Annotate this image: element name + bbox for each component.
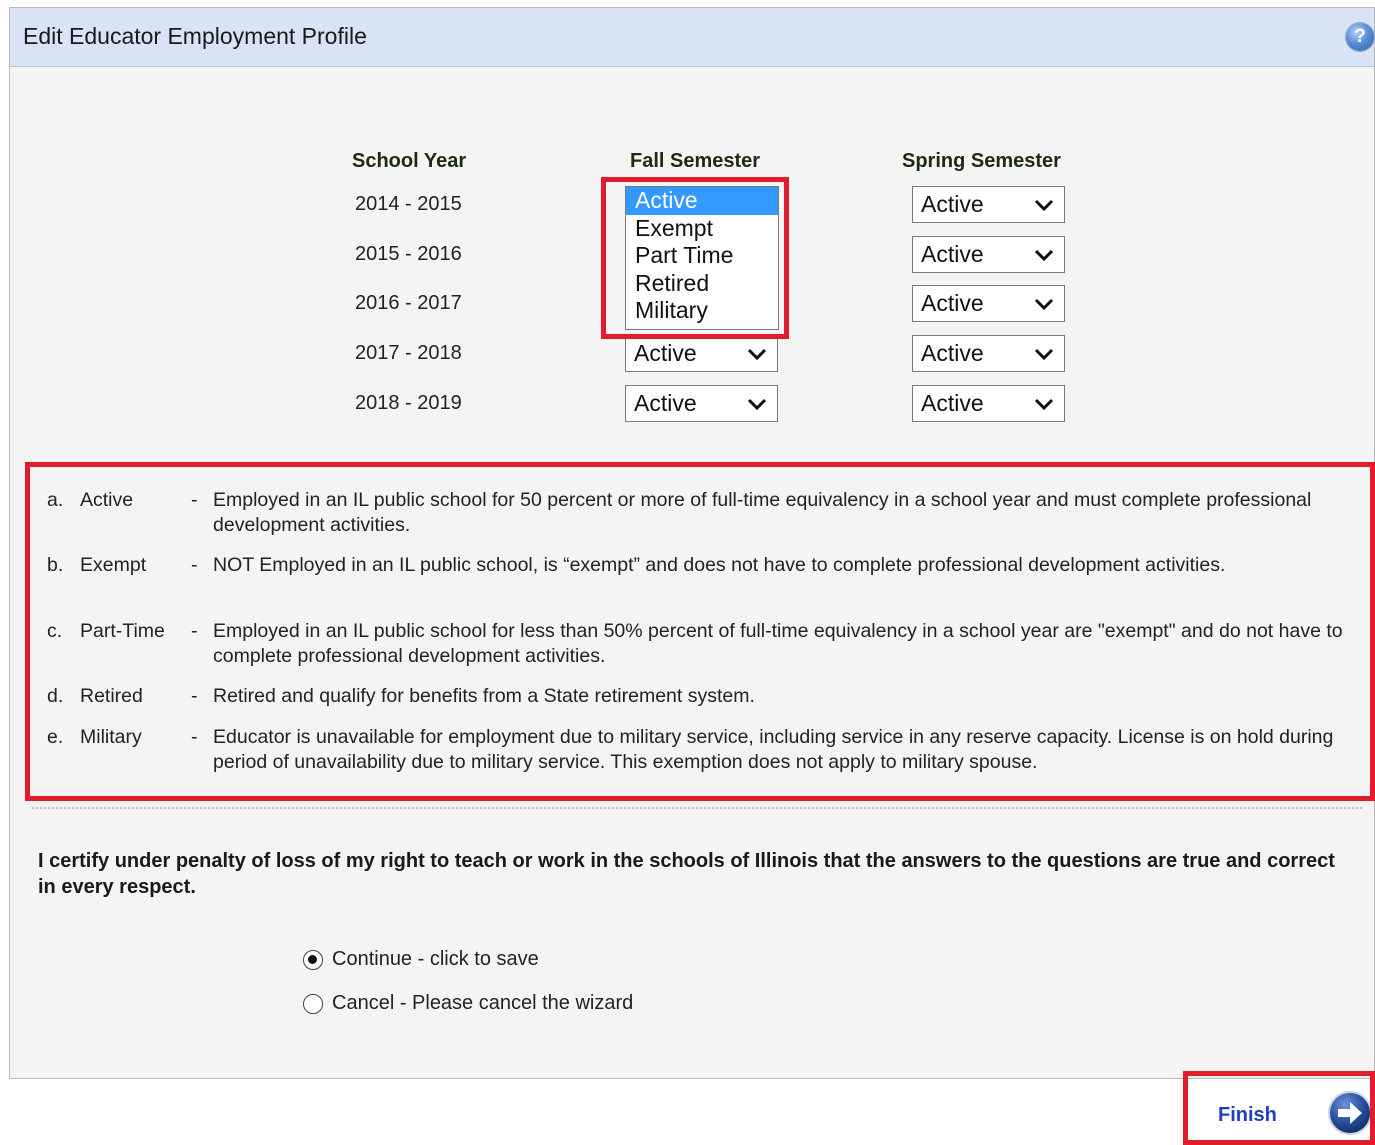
select-value: Active (921, 241, 984, 267)
legend-description: NOT Employed in an IL public school, is … (213, 554, 1226, 576)
legend-dash: - (191, 726, 198, 748)
legend-letter: c. (47, 620, 63, 642)
school-year-2017-2018: 2017 - 2018 (355, 342, 462, 364)
legend-letter: e. (47, 726, 64, 748)
col-header-spring: Spring Semester (902, 150, 1061, 172)
legend-dash: - (191, 620, 198, 642)
fall-dropdown-list-2014-2015[interactable]: Active Exempt Part Time Retired Military (625, 186, 779, 330)
page-title: Edit Educator Employment Profile (23, 23, 367, 49)
select-value: Active (634, 390, 697, 416)
chevron-down-icon (747, 398, 767, 411)
dropdown-option-exempt[interactable]: Exempt (626, 215, 778, 243)
school-year-2016-2017: 2016 - 2017 (355, 292, 462, 314)
school-year-2018-2019: 2018 - 2019 (355, 392, 462, 414)
chevron-down-icon (1034, 298, 1054, 311)
legend-description: Retired and qualify for benefits from a … (213, 685, 755, 707)
legend-letter: b. (47, 554, 64, 576)
legend-description: Educator is unavailable for employment d… (213, 726, 1334, 773)
dropdown-option-part-time[interactable]: Part Time (626, 242, 778, 270)
spring-select-2015-2016[interactable]: Active (912, 236, 1065, 273)
spring-select-2016-2017[interactable]: Active (912, 285, 1065, 322)
legend-term: Part-Time (80, 620, 165, 642)
spring-select-2018-2019[interactable]: Active (912, 385, 1065, 422)
school-year-2015-2016: 2015 - 2016 (355, 243, 462, 265)
select-value: Active (921, 340, 984, 366)
certification-statement: I certify under penalty of loss of my ri… (38, 850, 1335, 898)
radio-label-cancel[interactable]: Cancel - Please cancel the wizard (332, 992, 633, 1015)
chevron-down-icon (1034, 249, 1054, 262)
legend-letter: a. (47, 489, 64, 511)
school-year-2014-2015: 2014 - 2015 (355, 193, 462, 215)
spring-select-2017-2018[interactable]: Active (912, 335, 1065, 372)
arrow-right-circle-icon[interactable] (1327, 1090, 1373, 1136)
select-value: Active (921, 191, 984, 217)
dropdown-option-active[interactable]: Active (626, 187, 778, 215)
legend-term: Exempt (80, 554, 147, 576)
fall-select-2017-2018[interactable]: Active (625, 335, 778, 372)
help-icon[interactable]: ? (1346, 23, 1374, 51)
dropdown-option-military[interactable]: Military (626, 297, 778, 325)
legend-term: Military (80, 726, 142, 748)
legend-description: Employed in an IL public school for 50 p… (213, 489, 1312, 536)
chevron-down-icon (747, 348, 767, 361)
finish-link[interactable]: Finish (1218, 1104, 1277, 1127)
divider (32, 807, 1362, 809)
chevron-down-icon (1034, 199, 1054, 212)
col-header-fall: Fall Semester (630, 150, 761, 172)
col-header-school-year: School Year (352, 150, 467, 172)
legend-dash: - (191, 554, 198, 576)
legend-letter: d. (47, 685, 64, 707)
legend-description: Employed in an IL public school for less… (213, 620, 1343, 667)
legend-term: Active (80, 489, 134, 511)
spring-select-2014-2015[interactable]: Active (912, 186, 1065, 223)
radio-label-continue[interactable]: Continue - click to save (332, 948, 539, 971)
legend-dash: - (191, 489, 198, 511)
radio-button-cancel[interactable] (303, 994, 323, 1014)
radio-button-continue[interactable] (303, 950, 323, 970)
select-value: Active (634, 340, 697, 366)
legend-term: Retired (80, 685, 143, 707)
dropdown-option-retired[interactable]: Retired (626, 270, 778, 298)
chevron-down-icon (1034, 398, 1054, 411)
panel-header: Edit Educator Employment Profile ? (10, 8, 1374, 67)
legend-dash: - (191, 685, 198, 707)
fall-select-2018-2019[interactable]: Active (625, 385, 778, 422)
select-value: Active (921, 290, 984, 316)
chevron-down-icon (1034, 348, 1054, 361)
select-value: Active (921, 390, 984, 416)
